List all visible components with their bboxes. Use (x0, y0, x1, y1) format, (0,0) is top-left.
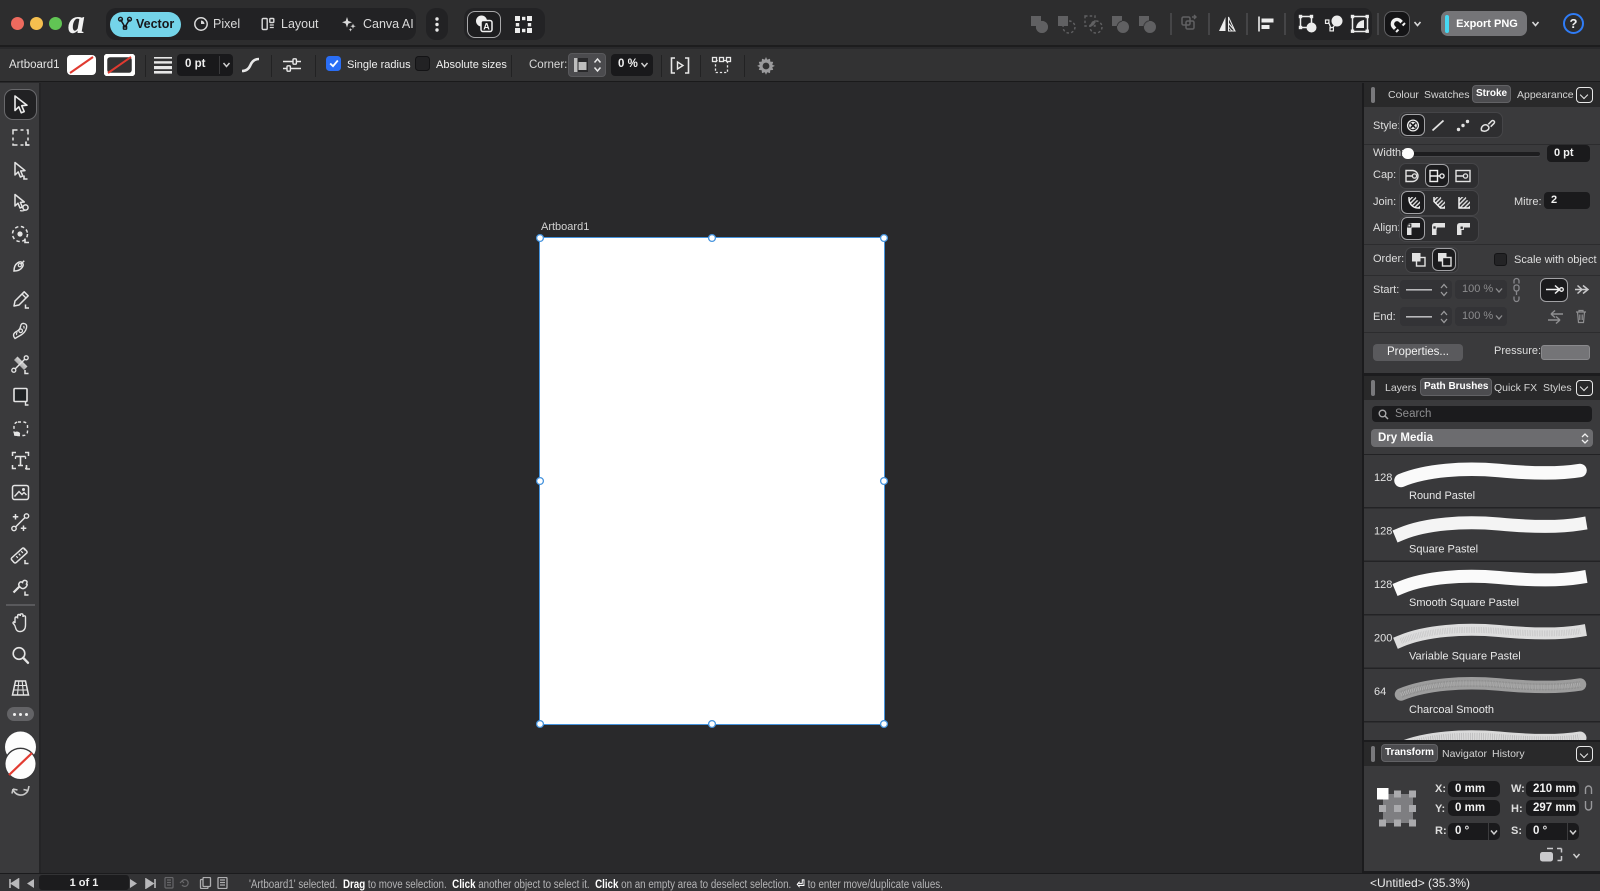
svg-text:200: 200 (1374, 633, 1392, 645)
svg-text:Variable Square Pastel: Variable Square Pastel (1409, 651, 1521, 663)
svg-text:Round Pastel: Round Pastel (1409, 490, 1475, 502)
svg-text:A: A (483, 21, 490, 31)
svg-text:Square Pastel: Square Pastel (1409, 544, 1478, 556)
svg-text:128: 128 (1374, 579, 1392, 591)
svg-text:64: 64 (1374, 686, 1386, 698)
svg-text:128: 128 (1374, 472, 1392, 484)
svg-text:128: 128 (1374, 526, 1392, 538)
svg-text:Smooth Square Pastel: Smooth Square Pastel (1409, 597, 1519, 609)
svg-text:Charcoal Smooth: Charcoal Smooth (1409, 704, 1494, 716)
